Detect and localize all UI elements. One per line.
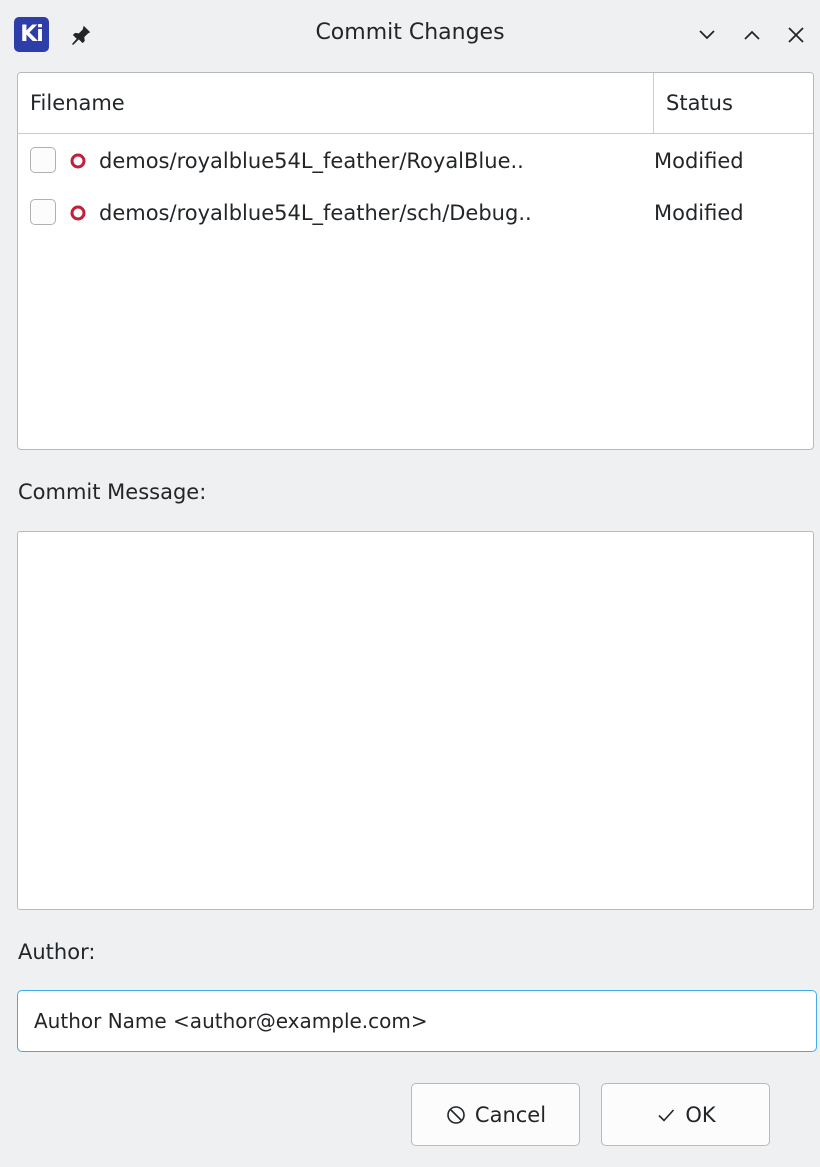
close-icon bbox=[788, 27, 804, 43]
modified-circle-icon bbox=[70, 153, 86, 169]
file-status: Modified bbox=[654, 149, 744, 173]
column-separator[interactable] bbox=[653, 73, 654, 133]
commit-message-label: Commit Message: bbox=[18, 480, 207, 504]
commit-message-input[interactable] bbox=[17, 531, 814, 910]
author-label: Author: bbox=[18, 940, 96, 964]
file-checkbox[interactable] bbox=[30, 199, 56, 225]
title-bar[interactable]: Ki Commit Changes bbox=[0, 0, 820, 70]
minimize-icon bbox=[699, 30, 715, 40]
file-name: demos/royalblue54L_feather/RoyalBlue.. bbox=[99, 149, 524, 173]
list-header: Filename Status bbox=[18, 73, 813, 134]
cancel-button-label: Cancel bbox=[474, 1102, 547, 1127]
file-list[interactable]: Filename Status demos/royalblue54L_feath… bbox=[17, 72, 814, 450]
minimize-button[interactable] bbox=[692, 20, 722, 50]
file-row[interactable]: demos/royalblue54L_feather/sch/Debug.. M… bbox=[18, 187, 813, 239]
close-button[interactable] bbox=[781, 20, 811, 50]
author-input[interactable] bbox=[17, 990, 817, 1052]
column-header-filename[interactable]: Filename bbox=[30, 73, 125, 133]
cancel-button[interactable]: Cancel bbox=[411, 1083, 580, 1146]
file-checkbox[interactable] bbox=[30, 147, 56, 173]
file-name: demos/royalblue54L_feather/sch/Debug.. bbox=[99, 201, 532, 225]
commit-changes-dialog: Ki Commit Changes Filename Status demos/… bbox=[0, 0, 820, 1167]
file-status: Modified bbox=[654, 201, 744, 225]
ok-button-label: OK bbox=[685, 1102, 716, 1127]
maximize-icon bbox=[744, 30, 760, 40]
file-row[interactable]: demos/royalblue54L_feather/RoyalBlue.. M… bbox=[18, 135, 813, 187]
column-header-status[interactable]: Status bbox=[666, 73, 733, 133]
checkmark-icon bbox=[658, 1108, 675, 1122]
maximize-button[interactable] bbox=[737, 20, 767, 50]
cancel-icon bbox=[447, 1105, 465, 1124]
modified-circle-icon bbox=[70, 205, 86, 221]
ok-button[interactable]: OK bbox=[601, 1083, 770, 1146]
